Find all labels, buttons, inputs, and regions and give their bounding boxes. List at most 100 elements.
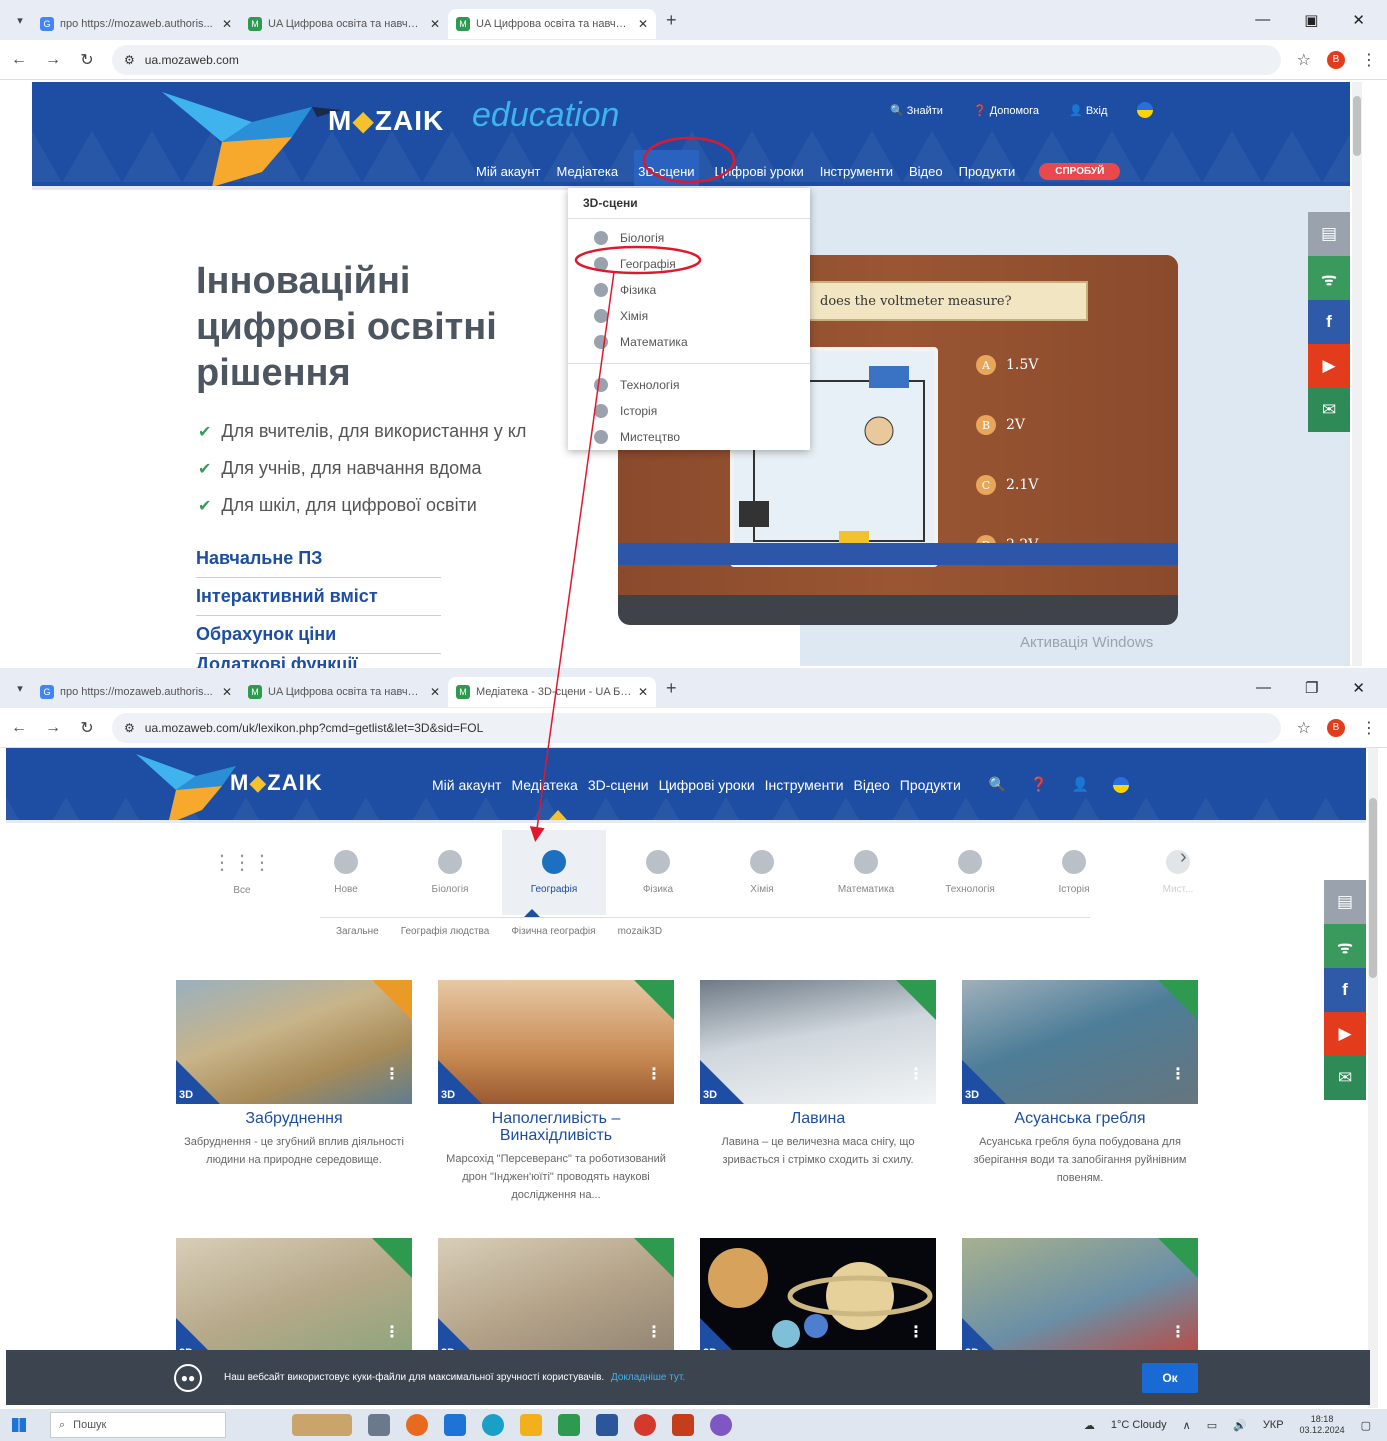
top-tab-2[interactable]: M UA Цифрова освіта та навчал... ✕ xyxy=(240,9,448,39)
tab-search-icon[interactable]: ▾ xyxy=(8,14,32,27)
bookmark-star-icon[interactable]: ☆ xyxy=(1297,718,1311,738)
close-window-icon[interactable]: ✕ xyxy=(1352,679,1365,697)
task-view-icon[interactable] xyxy=(368,1414,390,1436)
category-biology[interactable]: Біологія xyxy=(398,830,502,915)
ukraine-flag-icon[interactable] xyxy=(1113,776,1130,793)
category-geography[interactable]: Географія xyxy=(502,830,606,915)
scene-thumbnail[interactable]: 3D ⋮ xyxy=(962,1238,1198,1362)
help-link[interactable]: ❓ Допомога xyxy=(973,104,1039,117)
app-icon[interactable] xyxy=(444,1414,466,1436)
teams-icon[interactable]: ▤ xyxy=(1308,212,1350,256)
close-icon[interactable]: ✕ xyxy=(222,17,232,31)
link-learning-software[interactable]: Навчальне ПЗ xyxy=(196,540,441,578)
scroll-thumb[interactable] xyxy=(1353,96,1361,156)
subtab-physical-geography[interactable]: Фізична географія xyxy=(511,926,595,937)
scroll-thumb[interactable] xyxy=(1369,798,1377,978)
volume-icon[interactable]: 🔊 xyxy=(1233,1419,1247,1432)
answer-b[interactable]: B 2V xyxy=(976,415,1025,435)
dropdown-item-physics[interactable]: Фізика xyxy=(568,277,810,303)
menu-dots-icon[interactable]: ⋮ xyxy=(1361,718,1377,738)
scene-thumbnail[interactable]: 3D ⋮ xyxy=(438,1238,674,1362)
close-window-icon[interactable]: ✕ xyxy=(1352,11,1365,29)
nav-products[interactable]: Продукти xyxy=(959,164,1016,179)
help-icon[interactable]: ❓ xyxy=(1030,776,1047,793)
file-explorer-icon[interactable] xyxy=(520,1414,542,1436)
scene-thumbnail[interactable]: 3D ⋮ xyxy=(438,980,674,1104)
forward-icon[interactable]: → xyxy=(44,51,62,69)
powerpoint-icon[interactable] xyxy=(672,1414,694,1436)
nav-my-account[interactable]: Мій акаунт xyxy=(432,777,501,793)
bottom-scrollbar[interactable] xyxy=(1368,748,1378,1408)
youtube-icon[interactable]: ▶ xyxy=(1324,1012,1366,1056)
mail-icon[interactable]: ✉ xyxy=(1324,1056,1366,1100)
calendar-icon[interactable] xyxy=(558,1414,580,1436)
nav-video[interactable]: Відео xyxy=(909,164,943,179)
close-icon[interactable]: ✕ xyxy=(430,17,440,31)
nav-digital-lessons[interactable]: Цифрові уроки xyxy=(715,164,804,179)
facebook-icon[interactable]: f xyxy=(1308,300,1350,344)
url-input[interactable]: ⚙ ua.mozaweb.com/uk/lexikon.php?cmd=getl… xyxy=(112,712,1281,743)
link-interactive-content[interactable]: Інтерактивний вміст xyxy=(196,578,441,616)
news-widget-icon[interactable] xyxy=(292,1414,352,1436)
card-title[interactable]: Асуанська гребля xyxy=(962,1110,1198,1127)
link-price-calc[interactable]: Обрахунок ціни xyxy=(196,616,441,654)
nav-products[interactable]: Продукти xyxy=(900,777,961,793)
mail-icon[interactable]: ✉ xyxy=(1308,388,1350,432)
facebook-icon[interactable]: f xyxy=(1324,968,1366,1012)
profile-avatar-icon[interactable]: В xyxy=(1327,718,1345,737)
more-options-icon[interactable]: ⋮ xyxy=(384,1322,400,1342)
scene-thumbnail[interactable]: 3D ⋮ xyxy=(700,980,936,1104)
category-technology[interactable]: Технологія xyxy=(918,830,1022,915)
new-tab-icon[interactable]: + xyxy=(656,10,687,31)
scene-card[interactable]: 3D ⋮ Наполегливість – Винахідливість Мар… xyxy=(438,980,674,1204)
ukraine-flag-icon[interactable] xyxy=(1137,102,1154,118)
nav-media-library[interactable]: Медіатека xyxy=(511,777,577,793)
top-scrollbar[interactable] xyxy=(1352,82,1362,666)
nav-my-account[interactable]: Мій акаунт xyxy=(476,164,541,179)
viber-icon[interactable] xyxy=(710,1414,732,1436)
youtube-icon[interactable]: ▶ xyxy=(1308,344,1350,388)
nav-video[interactable]: Відео xyxy=(854,777,890,793)
restore-icon[interactable]: ❐ xyxy=(1305,679,1318,697)
top-tab-3[interactable]: M UA Цифрова освіта та навчал... ✕ xyxy=(448,9,656,39)
card-title[interactable]: Лавина xyxy=(700,1110,936,1127)
tray-arrow-icon[interactable]: ∧ xyxy=(1183,1419,1191,1432)
rss-icon[interactable]: ᯤ xyxy=(1324,924,1366,968)
nav-tools[interactable]: Інструменти xyxy=(820,164,893,179)
answer-c[interactable]: C 2.1V xyxy=(976,475,1038,495)
dropdown-item-chemistry[interactable]: Хімія xyxy=(568,303,810,329)
chevron-right-icon[interactable]: › xyxy=(1180,846,1187,869)
scene-card[interactable]: 3D ⋮ xyxy=(438,1238,674,1362)
dropdown-item-art[interactable]: Мистецтво xyxy=(568,424,810,450)
scene-card[interactable]: 3D ⋮ Лавина Лавина – це величезна маса с… xyxy=(700,980,936,1169)
subtab-mozaik3d[interactable]: mozaik3D xyxy=(618,926,662,937)
scene-card[interactable]: 3D ⋮ Асуанська гребля Асуанська гребля б… xyxy=(962,980,1198,1187)
scene-card[interactable]: 3D ⋮ xyxy=(962,1238,1198,1362)
close-icon[interactable]: ✕ xyxy=(222,685,232,699)
scene-card[interactable]: 3D ⋮ xyxy=(700,1238,936,1362)
reload-icon[interactable]: ↻ xyxy=(78,718,96,738)
mozaik-logo[interactable]: M◆ZAIK xyxy=(230,770,323,796)
more-options-icon[interactable]: ⋮ xyxy=(384,1064,400,1084)
search-icon[interactable]: 🔍 xyxy=(989,776,1006,793)
card-title[interactable]: Забруднення xyxy=(176,1110,412,1127)
category-art[interactable]: Мист... xyxy=(1126,830,1230,915)
rss-icon[interactable]: ᯤ xyxy=(1308,256,1350,300)
more-options-icon[interactable]: ⋮ xyxy=(646,1064,662,1084)
scene-thumbnail[interactable]: 3D ⋮ xyxy=(962,980,1198,1104)
forward-icon[interactable]: → xyxy=(44,719,62,737)
cookie-more-link[interactable]: Докладніше тут. xyxy=(611,1372,685,1383)
back-icon[interactable]: ← xyxy=(10,719,28,737)
nav-3d-scenes[interactable]: 3D-сцени xyxy=(634,150,699,186)
user-icon[interactable]: 👤 xyxy=(1072,776,1089,793)
card-title[interactable]: Наполегливість – Винахідливість xyxy=(438,1110,674,1144)
scene-thumbnail[interactable]: 3D ⋮ xyxy=(176,980,412,1104)
category-history[interactable]: Історія xyxy=(1022,830,1126,915)
mozaik-logo[interactable]: M◆ZAIK xyxy=(328,104,444,137)
more-options-icon[interactable]: ⋮ xyxy=(908,1322,924,1342)
maximize-icon[interactable]: ▣ xyxy=(1304,11,1318,29)
word-icon[interactable] xyxy=(596,1414,618,1436)
bookmark-star-icon[interactable]: ☆ xyxy=(1297,50,1311,70)
scene-thumbnail[interactable]: 3D ⋮ xyxy=(176,1238,412,1362)
scene-card[interactable]: 3D ⋮ Забруднення Забруднення - це згубни… xyxy=(176,980,412,1169)
